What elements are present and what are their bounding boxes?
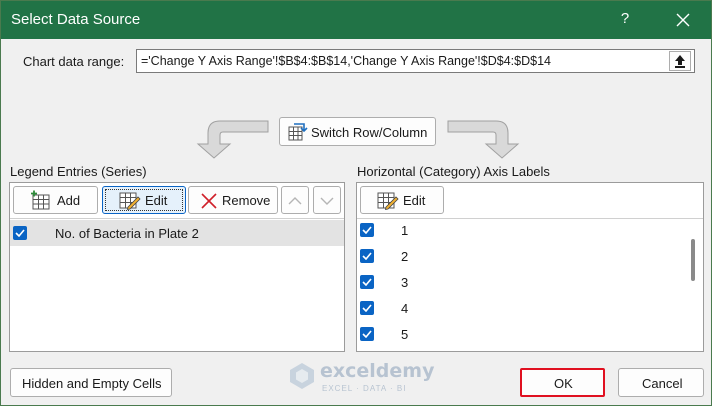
axis-toolbar: Edit — [357, 183, 703, 219]
scrollbar-thumb[interactable] — [691, 239, 695, 281]
switch-row-column-button[interactable]: Switch Row/Column — [279, 117, 436, 146]
checkmark-icon — [362, 226, 372, 234]
chevron-down-icon — [320, 197, 334, 205]
help-button[interactable]: ? — [615, 10, 635, 30]
list-item[interactable]: No. of Bacteria in Plate 2 — [10, 220, 344, 246]
edit-series-button[interactable]: Edit — [102, 186, 186, 214]
cancel-button[interactable]: Cancel — [618, 368, 704, 397]
checkmark-icon — [362, 278, 372, 286]
legend-entries-panel: Add Edit Remove No. of Bacteria in Plate… — [9, 182, 345, 352]
curved-arrow-right-icon — [447, 120, 520, 159]
collapse-arrow-icon — [675, 55, 685, 68]
axis-label-checkbox[interactable] — [360, 275, 374, 289]
series-name: No. of Bacteria in Plate 2 — [55, 226, 199, 241]
exceldemy-watermark: exceldemy EXCEL · DATA · BI — [286, 358, 436, 398]
chart-data-range-value: ='Change Y Axis Range'!$B$4:$B$14,'Chang… — [141, 54, 551, 68]
axis-labels-scrollbar[interactable] — [683, 219, 703, 351]
dialog-title: Select Data Source — [11, 11, 141, 28]
edit-axis-labels-button[interactable]: Edit — [360, 186, 444, 214]
list-item[interactable]: 4 — [357, 295, 703, 321]
axis-label-checkbox[interactable] — [360, 249, 374, 263]
add-series-label: Add — [57, 193, 81, 208]
axis-labels-title: Horizontal (Category) Axis Labels — [357, 164, 550, 179]
ok-button[interactable]: OK — [520, 368, 605, 397]
select-data-source-dialog: Select Data Source ? Chart data range: =… — [0, 0, 712, 406]
move-up-button[interactable] — [281, 186, 309, 214]
curved-arrow-left-icon — [196, 120, 269, 159]
remove-series-button[interactable]: Remove — [188, 186, 278, 214]
hidden-and-empty-cells-button[interactable]: Hidden and Empty Cells — [10, 368, 172, 397]
series-checkbox[interactable] — [13, 226, 27, 240]
list-item[interactable]: 3 — [357, 269, 703, 295]
move-down-button[interactable] — [313, 186, 341, 214]
add-series-button[interactable]: Add — [13, 186, 98, 214]
legend-toolbar: Add Edit Remove — [10, 183, 344, 219]
watermark-brand: exceldemy — [320, 360, 435, 382]
checkmark-icon — [362, 304, 372, 312]
axis-label-value: 2 — [401, 249, 409, 264]
switch-row-column-label: Switch Row/Column — [311, 125, 428, 140]
list-item[interactable]: 2 — [357, 243, 703, 269]
chart-data-range-input[interactable]: ='Change Y Axis Range'!$B$4:$B$14,'Chang… — [136, 49, 695, 73]
axis-label-value: 3 — [401, 275, 409, 290]
axis-label-checkbox[interactable] — [360, 223, 374, 237]
edit-table-icon — [119, 192, 141, 210]
axis-label-value: 1 — [401, 223, 409, 238]
chevron-up-icon — [288, 197, 302, 205]
close-button[interactable] — [665, 6, 701, 34]
exceldemy-logo-icon — [290, 363, 314, 389]
axis-label-checkbox[interactable] — [360, 301, 374, 315]
list-item[interactable]: 1 — [357, 217, 703, 243]
edit-series-label: Edit — [145, 193, 168, 208]
switch-row-column-icon — [288, 123, 308, 141]
add-table-icon — [31, 190, 50, 210]
edit-table-icon — [377, 192, 399, 210]
checkmark-icon — [362, 330, 372, 338]
axis-label-value: 4 — [401, 301, 409, 316]
axis-label-checkbox[interactable] — [360, 327, 374, 341]
ok-label: OK — [554, 376, 573, 391]
chart-data-range-label: Chart data range: — [23, 54, 125, 69]
checkmark-icon — [15, 229, 25, 237]
list-item[interactable]: 5 — [357, 321, 703, 347]
cancel-label: Cancel — [642, 376, 683, 391]
axis-labels-panel: Edit 1 2 3 4 5 — [356, 182, 704, 352]
close-icon — [676, 13, 690, 27]
checkmark-icon — [362, 252, 372, 260]
legend-entries-title: Legend Entries (Series) — [10, 164, 147, 179]
remove-x-icon — [201, 193, 217, 209]
title-bar: Select Data Source ? — [1, 1, 711, 39]
remove-series-label: Remove — [222, 193, 271, 208]
hidden-and-empty-cells-label: Hidden and Empty Cells — [22, 376, 162, 391]
collapse-range-button[interactable] — [669, 51, 691, 71]
axis-label-value: 5 — [401, 327, 409, 342]
edit-axis-labels-label: Edit — [403, 193, 426, 208]
watermark-tagline: EXCEL · DATA · BI — [322, 384, 407, 393]
